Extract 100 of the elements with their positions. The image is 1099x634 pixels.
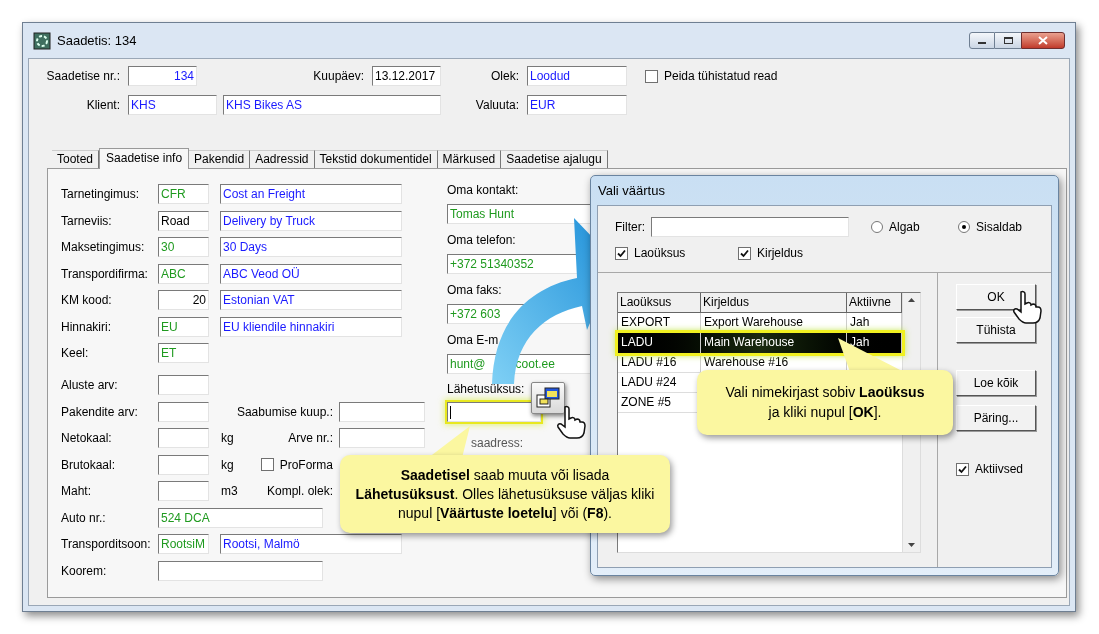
input-field[interactable]: [339, 401, 425, 422]
field-label: Aluste arv:: [61, 377, 119, 395]
table-cell: LADU: [618, 333, 701, 353]
dialog-button[interactable]: Päring...: [956, 405, 1036, 431]
checkbox[interactable]: [738, 246, 751, 260]
field-label: Filter:: [615, 219, 646, 236]
checkbox-label: Peida tühistatud read: [664, 68, 778, 85]
input-field[interactable]: [158, 481, 209, 502]
field-label: Klient:: [85, 97, 120, 114]
filter-field[interactable]: [651, 217, 849, 237]
field-label: Maht:: [61, 483, 92, 501]
minimize-button[interactable]: [969, 32, 995, 49]
client-code-field[interactable]: KHS: [128, 95, 217, 115]
scroll-up-icon[interactable]: [908, 298, 915, 302]
field-label: Kuupäev:: [312, 68, 364, 85]
field-label: Brutokaal:: [61, 456, 117, 474]
input-field[interactable]: [339, 428, 425, 449]
hand-cursor-icon: [1012, 290, 1042, 324]
column-header[interactable]: Aktiivne: [847, 293, 902, 313]
field-label: Valuuta:: [474, 97, 519, 114]
close-icon: [1038, 36, 1048, 45]
field-label: Hinnakiri:: [61, 318, 112, 336]
hand-cursor-icon: [556, 405, 586, 439]
field-label: Koorem:: [61, 562, 108, 580]
status-field[interactable]: Loodud: [527, 66, 627, 86]
field-label: Keel:: [61, 345, 90, 363]
minimize-icon: [978, 42, 986, 44]
field-label: Transporditsoon:: [61, 536, 152, 554]
field-label: Arve nr.:: [288, 430, 333, 448]
description-field[interactable]: 30 Days: [220, 237, 402, 258]
description-field[interactable]: EU kliendile hinnakiri: [220, 316, 402, 337]
column-header[interactable]: Kirjeldus: [701, 293, 847, 313]
field-label: Netokaal:: [61, 430, 113, 448]
dialog-button[interactable]: Tühista: [956, 317, 1036, 343]
field-label: Saadetise nr.:: [45, 68, 120, 85]
code-field[interactable]: EU: [158, 316, 209, 337]
close-button[interactable]: [1021, 32, 1065, 49]
client-name-field[interactable]: KHS Bikes AS: [223, 95, 441, 115]
field-label: Pakendite arv:: [61, 403, 139, 421]
description-field[interactable]: Rootsi, Malmö: [220, 534, 402, 555]
table-row[interactable]: LADU Main Warehouse Jah: [618, 333, 902, 353]
field-label: Lähetusüksus:: [447, 382, 525, 396]
description-field[interactable]: ABC Veod OÜ: [220, 263, 402, 284]
checkbox[interactable]: [615, 246, 628, 260]
unit-label: kg: [221, 456, 234, 474]
app-icon: [33, 31, 51, 50]
input-field[interactable]: [158, 401, 209, 422]
table-cell: LADU #16: [618, 353, 701, 372]
field-label: Saabumise kuup.:: [236, 403, 333, 421]
field-label: Oma kontakt:: [447, 183, 519, 197]
field-label: Maksetingimus:: [61, 239, 146, 257]
field-label: saadress:: [471, 435, 524, 452]
code-field[interactable]: ET: [158, 343, 209, 364]
input-field[interactable]: 524 DCA: [158, 507, 323, 528]
unit-label: m3: [221, 483, 238, 501]
dialog-title: Vali väärtus: [597, 182, 665, 200]
input-field[interactable]: [158, 375, 209, 396]
input-field[interactable]: [158, 454, 209, 475]
checkbox-label: ProForma: [279, 456, 333, 474]
tab[interactable]: Saadetise info: [99, 148, 190, 169]
description-field[interactable]: Delivery by Truck: [220, 210, 402, 231]
currency-field[interactable]: EUR: [527, 95, 627, 115]
scroll-down-icon[interactable]: [908, 543, 915, 547]
date-field[interactable]: 13.12.2017: [372, 66, 441, 86]
field-label: KM kood:: [61, 292, 113, 310]
description-field[interactable]: Estonian VAT: [220, 290, 402, 311]
window-title: Saadetis: 134: [57, 31, 137, 50]
value-list-button[interactable]: [531, 382, 565, 414]
radio-label: Algab: [889, 219, 920, 236]
radio-label: Sisaldab: [976, 219, 1023, 236]
code-field[interactable]: ABC: [158, 263, 209, 284]
code-field[interactable]: 20: [158, 290, 209, 311]
field-label: Transpordifirma:: [61, 265, 149, 283]
radio-button[interactable]: [871, 221, 883, 233]
code-field[interactable]: 30: [158, 237, 209, 258]
dialog-button[interactable]: Loe kõik: [956, 370, 1036, 396]
field-label: Kompl. olek:: [266, 483, 333, 501]
checkbox-label: Laoüksus: [634, 245, 686, 262]
maximize-button[interactable]: [995, 32, 1021, 49]
field-label: Oma E-m: [447, 333, 499, 347]
field-label: Auto nr.:: [61, 509, 107, 527]
checkbox[interactable]: [645, 69, 658, 83]
description-field[interactable]: Cost an Freight: [220, 184, 402, 205]
field-label: Oma faks:: [447, 283, 502, 297]
maximize-icon: [1003, 37, 1013, 44]
field-label: Tarneviis:: [61, 212, 113, 230]
column-header[interactable]: Laoüksus: [618, 293, 701, 313]
number-field[interactable]: 134: [128, 66, 197, 86]
checkbox[interactable]: [260, 458, 274, 472]
input-field[interactable]: [158, 428, 209, 449]
code-field[interactable]: Road: [158, 210, 209, 231]
checkbox-label: Aktiivsed: [975, 461, 1024, 478]
input-field[interactable]: [158, 560, 323, 581]
field-label: Tarnetingimus:: [61, 186, 141, 204]
dispatch-unit-field[interactable]: [447, 402, 541, 422]
code-field[interactable]: RootsiM: [158, 534, 209, 555]
checkbox[interactable]: [956, 462, 969, 476]
code-field[interactable]: CFR: [158, 184, 209, 205]
checkbox-label: Kirjeldus: [757, 245, 804, 262]
radio-button[interactable]: [958, 221, 970, 233]
